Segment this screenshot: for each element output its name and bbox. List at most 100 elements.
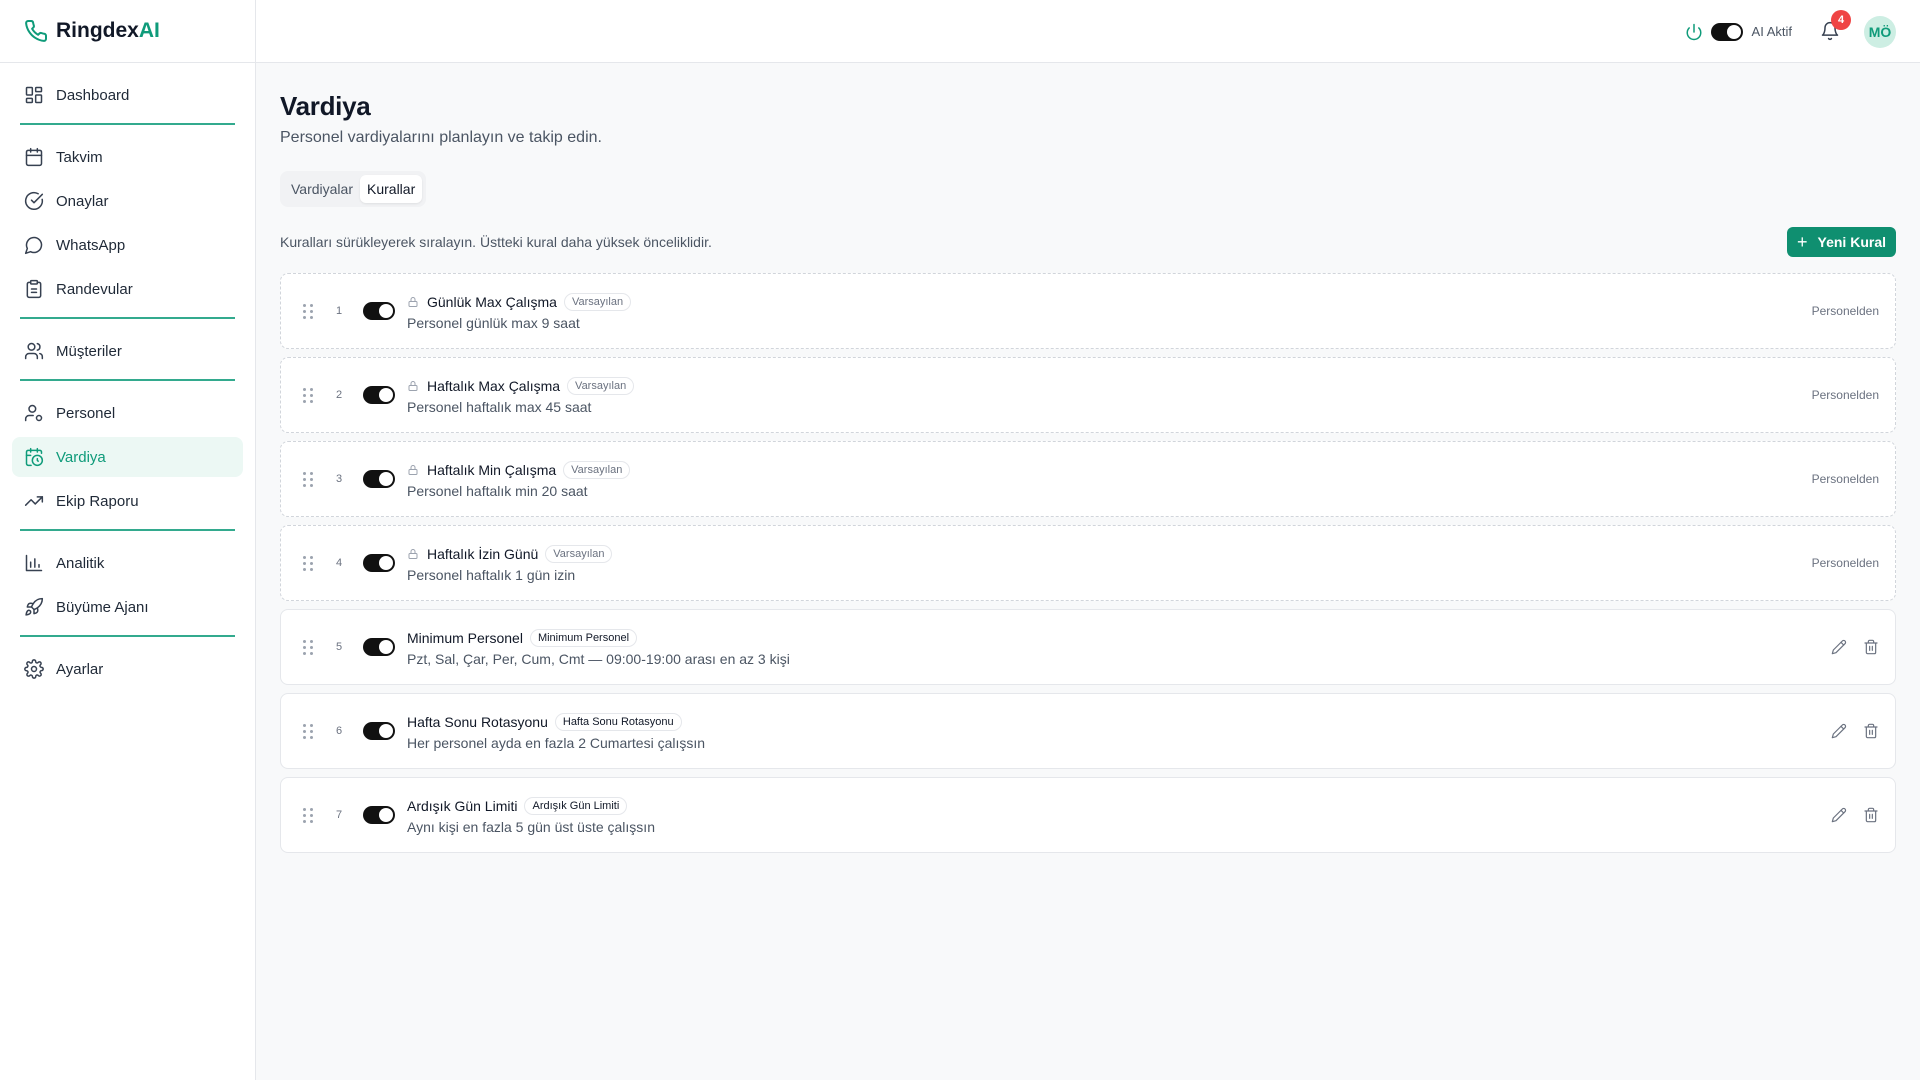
sidebar-item-buyume-ajani[interactable]: Büyüme Ajanı bbox=[12, 587, 243, 627]
sidebar-item-label: Müşteriler bbox=[56, 342, 122, 360]
sidebar-item-label: Dashboard bbox=[56, 86, 130, 104]
rule-number: 2 bbox=[335, 389, 343, 401]
rule-badge: Varsayılan bbox=[567, 377, 635, 395]
drag-handle-icon[interactable] bbox=[303, 723, 317, 739]
rule-row[interactable]: 2 Haftalık Max Çalışma Varsayılan Person… bbox=[280, 357, 1896, 433]
ai-toggle[interactable] bbox=[1710, 22, 1743, 41]
sidebar-item-vardiya[interactable]: Vardiya bbox=[12, 437, 243, 477]
rule-badge: Minimum Personel bbox=[529, 629, 638, 647]
avatar[interactable]: MÖ bbox=[1864, 15, 1896, 48]
nav-divider bbox=[20, 635, 235, 637]
trash-icon bbox=[1864, 723, 1878, 739]
rule-row[interactable]: 5 Minimum Personel Minimum Personel Pzt,… bbox=[280, 609, 1896, 685]
tab-vardiyalar[interactable]: Vardiyalar bbox=[284, 175, 360, 203]
rule-body: Minimum Personel Minimum Personel Pzt, S… bbox=[407, 627, 790, 667]
rule-row[interactable]: 4 Haftalık İzin Günü Varsayılan Personel… bbox=[280, 525, 1896, 601]
rule-toggle[interactable] bbox=[363, 722, 395, 740]
rule-row[interactable]: 6 Hafta Sonu Rotasyonu Hafta Sonu Rotasy… bbox=[280, 693, 1896, 769]
rule-description: Personel günlük max 9 saat bbox=[407, 315, 580, 331]
rule-source: Personelden bbox=[1811, 304, 1879, 318]
rule-description: Pzt, Sal, Çar, Per, Cum, Cmt — 09:00-19:… bbox=[407, 651, 790, 667]
rules-toolbar: Kuralları sürükleyerek sıralayın. Üsttek… bbox=[280, 227, 1896, 257]
bar-chart-icon bbox=[25, 554, 43, 572]
sidebar: RingdexAI Dashboard Takvim Onaylar Whats… bbox=[0, 0, 256, 1080]
logo[interactable]: RingdexAI bbox=[0, 0, 255, 63]
rule-number: 7 bbox=[335, 809, 343, 821]
rule-description: Personel haftalık min 20 saat bbox=[407, 483, 588, 499]
delete-button[interactable] bbox=[1863, 639, 1879, 655]
check-circle-icon bbox=[24, 191, 44, 211]
drag-handle-icon[interactable] bbox=[303, 555, 317, 571]
sidebar-item-label: Büyüme Ajanı bbox=[56, 598, 149, 616]
rule-toggle[interactable] bbox=[363, 302, 395, 320]
top-actions: AI Aktif 4 MÖ bbox=[1685, 0, 1896, 63]
sidebar-nav: Dashboard Takvim Onaylar WhatsApp Randev… bbox=[0, 63, 255, 689]
rule-toggle[interactable] bbox=[363, 806, 395, 824]
drag-handle-icon[interactable] bbox=[303, 303, 317, 319]
rule-name: Ardışık Gün Limiti bbox=[407, 798, 518, 814]
rule-number: 4 bbox=[335, 557, 343, 569]
rule-name: Hafta Sonu Rotasyonu bbox=[407, 714, 548, 730]
rule-toggle[interactable] bbox=[363, 386, 395, 404]
user-cog-icon bbox=[24, 404, 43, 422]
edit-button[interactable] bbox=[1831, 723, 1847, 739]
rule-toggle[interactable] bbox=[363, 470, 395, 488]
rule-body: Haftalık İzin Günü Varsayılan Personel h… bbox=[407, 543, 613, 583]
new-rule-label: Yeni Kural bbox=[1817, 234, 1886, 250]
drag-handle-icon[interactable] bbox=[303, 471, 317, 487]
rule-name: Minimum Personel bbox=[407, 630, 523, 646]
sidebar-item-analitik[interactable]: Analitik bbox=[12, 543, 243, 583]
users-icon bbox=[24, 342, 44, 360]
sidebar-item-onaylar[interactable]: Onaylar bbox=[12, 181, 243, 221]
sidebar-item-personel[interactable]: Personel bbox=[12, 393, 243, 433]
rule-row[interactable]: 1 Günlük Max Çalışma Varsayılan Personel… bbox=[280, 273, 1896, 349]
clipboard-icon bbox=[26, 279, 42, 299]
sidebar-item-takvim[interactable]: Takvim bbox=[12, 137, 243, 177]
rule-number: 3 bbox=[335, 473, 343, 485]
sidebar-item-ekip-raporu[interactable]: Ekip Raporu bbox=[12, 481, 243, 521]
rule-description: Aynı kişi en fazla 5 gün üst üste çalışs… bbox=[407, 819, 655, 835]
chat-icon bbox=[24, 236, 43, 255]
top-bar: AI Aktif 4 MÖ bbox=[256, 0, 1920, 63]
drag-handle-icon[interactable] bbox=[303, 387, 317, 403]
rule-row[interactable]: 3 Haftalık Min Çalışma Varsayılan Person… bbox=[280, 441, 1896, 517]
rule-name: Günlük Max Çalışma bbox=[427, 294, 557, 310]
delete-button[interactable] bbox=[1863, 807, 1879, 823]
rule-source: Personelden bbox=[1811, 556, 1879, 570]
plus-icon: + bbox=[1797, 232, 1808, 252]
drag-handle-icon[interactable] bbox=[303, 807, 317, 823]
sidebar-item-whatsapp[interactable]: WhatsApp bbox=[12, 225, 243, 265]
sidebar-item-musteriler[interactable]: Müşteriler bbox=[12, 331, 243, 371]
pencil-icon bbox=[1831, 723, 1847, 739]
new-rule-button[interactable]: + Yeni Kural bbox=[1787, 227, 1896, 257]
rule-number: 6 bbox=[335, 725, 343, 737]
sidebar-item-randevular[interactable]: Randevular bbox=[12, 269, 243, 309]
sidebar-item-label: Onaylar bbox=[56, 192, 109, 210]
drag-handle-icon[interactable] bbox=[303, 639, 317, 655]
sidebar-item-label: Randevular bbox=[56, 280, 133, 298]
edit-button[interactable] bbox=[1831, 639, 1847, 655]
main-content: Vardiya Personel vardiyalarını planlayın… bbox=[280, 63, 1896, 861]
edit-button[interactable] bbox=[1831, 807, 1847, 823]
rules-list: 1 Günlük Max Çalışma Varsayılan Personel… bbox=[280, 273, 1896, 853]
lock-icon bbox=[408, 465, 418, 475]
sidebar-item-ayarlar[interactable]: Ayarlar bbox=[12, 649, 243, 689]
notification-count-badge: 4 bbox=[1831, 9, 1851, 30]
notifications-button[interactable]: 4 bbox=[1820, 9, 1851, 43]
trash-icon bbox=[1864, 807, 1878, 823]
rule-toggle[interactable] bbox=[363, 638, 395, 656]
nav-divider bbox=[20, 379, 235, 381]
sidebar-item-label: Ayarlar bbox=[56, 660, 104, 678]
gear-icon bbox=[24, 659, 44, 679]
rule-badge: Ardışık Gün Limiti bbox=[524, 797, 628, 815]
delete-button[interactable] bbox=[1863, 723, 1879, 739]
lock-icon bbox=[408, 381, 418, 391]
rule-row[interactable]: 7 Ardışık Gün Limiti Ardışık Gün Limiti … bbox=[280, 777, 1896, 853]
rocket-icon bbox=[25, 597, 44, 616]
sidebar-item-dashboard[interactable]: Dashboard bbox=[12, 75, 243, 115]
rule-toggle[interactable] bbox=[363, 554, 395, 572]
tab-kurallar[interactable]: Kurallar bbox=[360, 175, 423, 203]
sidebar-item-label: WhatsApp bbox=[56, 236, 126, 254]
page-subtitle: Personel vardiyalarını planlayın ve taki… bbox=[280, 129, 602, 146]
trending-up-icon bbox=[24, 496, 44, 506]
